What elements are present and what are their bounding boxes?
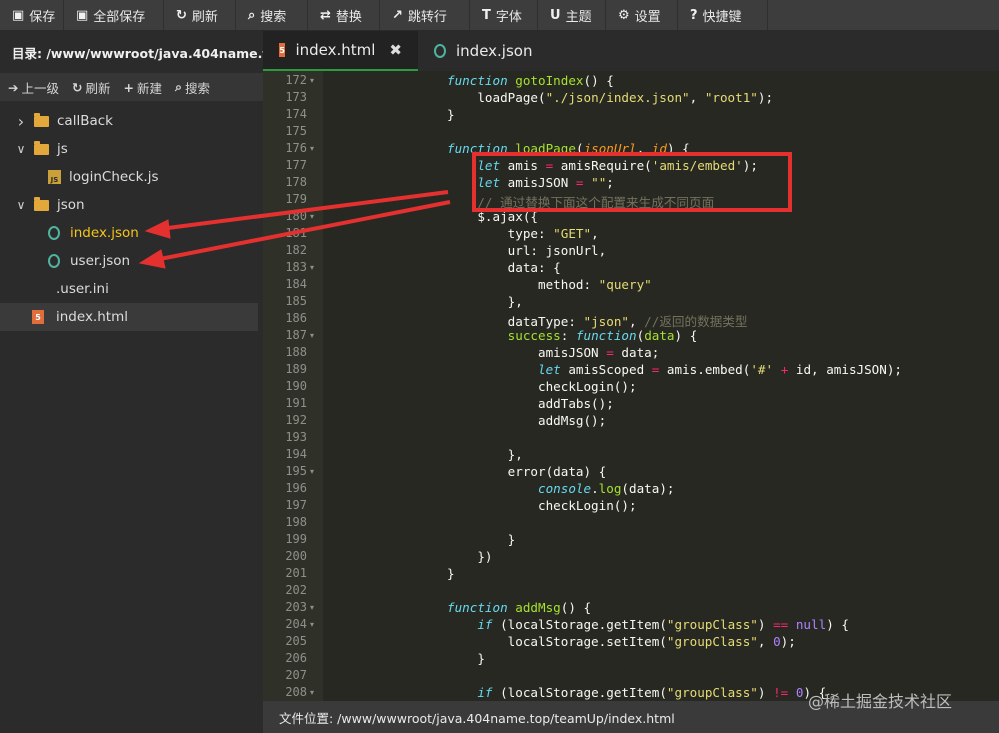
arrowhead [144,219,171,239]
annotation-arrows [138,190,451,269]
arrowhead [138,249,166,269]
